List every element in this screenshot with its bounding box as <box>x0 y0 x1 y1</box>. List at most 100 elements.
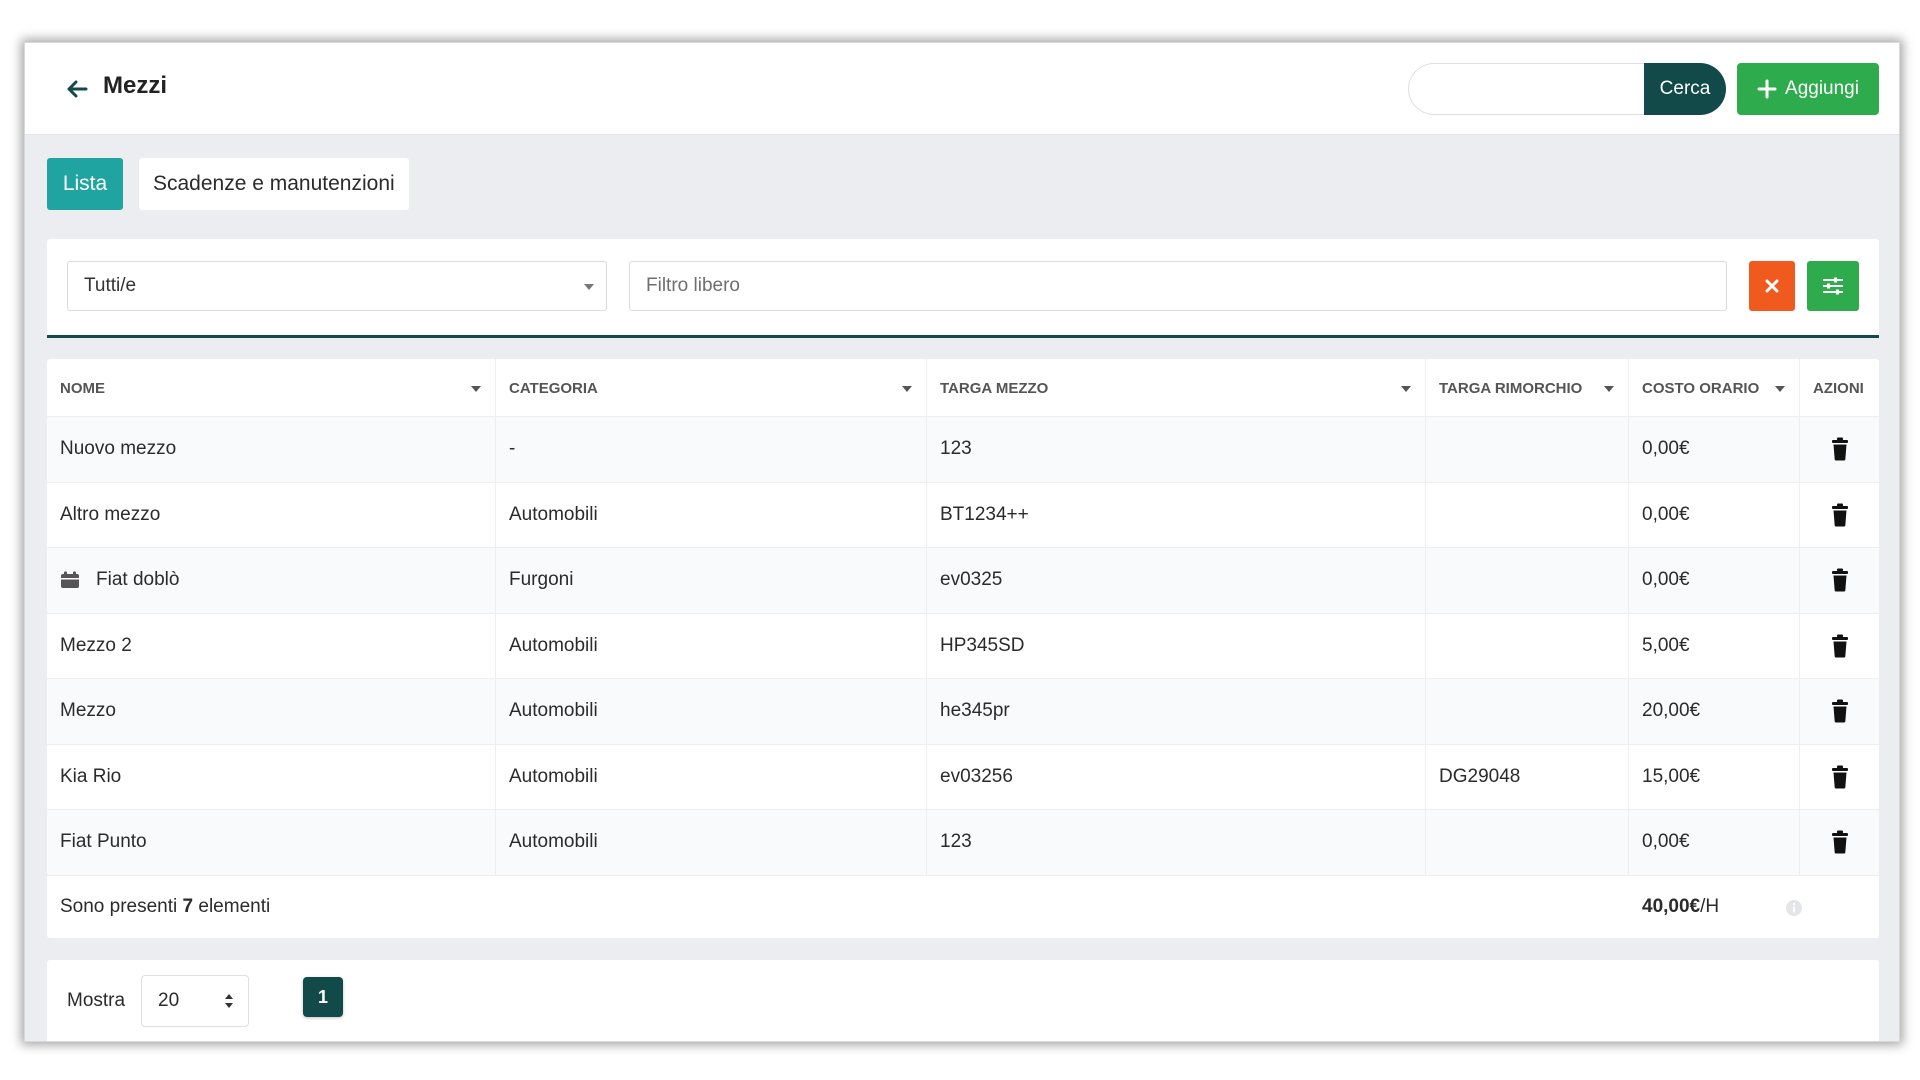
cell-text: 123 <box>940 831 972 853</box>
cell-azioni <box>1800 417 1879 482</box>
trash-icon[interactable] <box>1830 503 1850 527</box>
cell-nome: Mezzo 2 <box>47 613 496 678</box>
sort-caret-icon <box>1604 386 1614 392</box>
cell-nome: Fiat Punto <box>47 810 496 875</box>
cell-categoria: Automobili <box>496 482 927 547</box>
cell-text: 15,00€ <box>1642 765 1701 787</box>
cell-text: Nuovo mezzo <box>60 438 177 460</box>
arrow-left-icon[interactable] <box>61 73 93 105</box>
sort-caret-icon <box>471 386 481 392</box>
total-hourly-cost-unit: /H <box>1700 896 1720 917</box>
cell-costo-orario: 20,00€ <box>1629 679 1800 744</box>
column-header-categoria[interactable]: CATEGORIA <box>496 359 927 417</box>
cell-nome: Nuovo mezzo <box>47 417 496 482</box>
column-header-label: CATEGORIA <box>509 379 598 397</box>
table-row[interactable]: Fiat doblò Furgoni ev0325 0,00€ <box>47 548 1879 614</box>
page-size-value: 20 <box>158 990 180 1011</box>
cell-targa-rimorchio <box>1426 613 1629 678</box>
cell-targa-rimorchio: DG29048 <box>1426 744 1629 809</box>
sliders-icon <box>1823 277 1843 295</box>
cell-nome: Fiat doblò <box>47 548 496 613</box>
cell-text: Mezzo <box>60 700 116 722</box>
cell-azioni <box>1800 679 1879 744</box>
cell-text: he345pr <box>940 700 1010 722</box>
cell-targa-mezzo: HP345SD <box>927 613 1426 678</box>
table-row[interactable]: Fiat Punto Automobili 123 0,00€ <box>47 810 1879 876</box>
cell-costo-orario: 0,00€ <box>1629 548 1800 613</box>
table-row[interactable]: Kia Rio Automobili ev03256 DG29048 15,00€ <box>47 744 1879 810</box>
advanced-filters-button[interactable] <box>1807 261 1859 311</box>
table-footer: Sono presenti 7 elementi 40,00€/H <box>47 876 1879 938</box>
sort-caret-icon <box>1775 386 1785 392</box>
free-filter-input[interactable] <box>629 261 1727 311</box>
cell-text: Automobili <box>509 634 598 656</box>
table-row[interactable]: Mezzo 2 Automobili HP345SD 5,00€ <box>47 613 1879 679</box>
page-button-1[interactable]: 1 <box>303 977 343 1017</box>
table-row[interactable]: Altro mezzo Automobili BT1234++ 0,00€ <box>47 482 1879 548</box>
table-body: Nuovo mezzo - 123 0,00€ Altro mezzo Automobil… <box>47 417 1879 876</box>
top-bar: Mezzi Cerca Aggiungi <box>25 43 1899 135</box>
cell-azioni <box>1800 548 1879 613</box>
column-header-targa-rimorchio[interactable]: TARGA RIMORCHIO <box>1426 359 1629 417</box>
cell-text: 5,00€ <box>1642 634 1690 656</box>
column-header-label: TARGA RIMORCHIO <box>1439 379 1583 397</box>
info-icon[interactable] <box>1785 899 1803 917</box>
cell-text: 123 <box>940 438 972 460</box>
total-hourly-cost: 40,00€/H <box>1642 896 1719 918</box>
cell-text: DG29048 <box>1439 765 1521 787</box>
column-header-targa-mezzo[interactable]: TARGA MEZZO <box>927 359 1426 417</box>
cell-text: 0,00€ <box>1642 831 1690 853</box>
search-button[interactable]: Cerca <box>1644 63 1726 115</box>
category-select-value: Tutti/e <box>84 275 137 296</box>
cell-text: Altro mezzo <box>60 503 161 525</box>
sort-arrows-icon <box>225 994 233 1008</box>
cell-text: Automobili <box>509 700 598 722</box>
cell-categoria: Automobili <box>496 613 927 678</box>
cell-azioni <box>1800 483 1879 548</box>
cell-targa-mezzo: 123 <box>927 417 1426 482</box>
pagination-panel: Mostra 20 1 <box>47 960 1879 1041</box>
column-header-nome[interactable]: NOME <box>47 359 496 417</box>
plus-icon <box>1757 79 1777 99</box>
cell-text: Fiat doblò <box>96 569 180 591</box>
cell-categoria: Automobili <box>496 810 927 875</box>
filter-panel: Tutti/e <box>47 239 1879 338</box>
cell-text: 0,00€ <box>1642 569 1690 591</box>
cell-text: ev0325 <box>940 569 1003 591</box>
trash-icon[interactable] <box>1830 634 1850 658</box>
items-count: Sono presenti 7 elementi <box>60 896 270 918</box>
trash-icon[interactable] <box>1830 699 1850 723</box>
cell-targa-mezzo: 123 <box>927 810 1426 875</box>
cell-categoria: Furgoni <box>496 548 927 613</box>
search-group: Cerca <box>1408 63 1726 115</box>
cell-text: Automobili <box>509 831 598 853</box>
cell-text: Fiat Punto <box>60 831 147 853</box>
search-input[interactable] <box>1408 63 1644 115</box>
category-select[interactable]: Tutti/e <box>67 261 607 311</box>
cell-targa-rimorchio <box>1426 548 1629 613</box>
table-row[interactable]: Mezzo Automobili he345pr 20,00€ <box>47 679 1879 745</box>
trash-icon[interactable] <box>1830 568 1850 592</box>
cell-text: HP345SD <box>940 634 1025 656</box>
column-header-costo-orario[interactable]: COSTO ORARIO <box>1629 359 1800 417</box>
cell-costo-orario: 15,00€ <box>1629 744 1800 809</box>
trash-icon[interactable] <box>1830 437 1850 461</box>
trash-icon[interactable] <box>1830 765 1850 789</box>
cell-targa-mezzo: he345pr <box>927 679 1426 744</box>
items-count-prefix: Sono presenti <box>60 896 183 917</box>
items-count-suffix: elementi <box>193 896 271 917</box>
page-size-select[interactable]: 20 <box>141 975 249 1027</box>
clear-filters-button[interactable] <box>1749 261 1795 311</box>
tab-lista[interactable]: Lista <box>47 158 123 210</box>
table-row[interactable]: Nuovo mezzo - 123 0,00€ <box>47 417 1879 483</box>
sort-caret-icon <box>902 386 912 392</box>
add-button-label: Aggiungi <box>1785 78 1859 99</box>
tab-scadenze-manutenzioni[interactable]: Scadenze e manutenzioni <box>139 158 409 210</box>
vehicles-table: NOME CATEGORIA TARGA MEZZO TARGA RIMORCH… <box>47 359 1879 938</box>
trash-icon[interactable] <box>1830 830 1850 854</box>
add-button[interactable]: Aggiungi <box>1737 63 1879 115</box>
cell-targa-mezzo: BT1234++ <box>927 482 1426 547</box>
cell-costo-orario: 0,00€ <box>1629 482 1800 547</box>
app-window: Mezzi Cerca Aggiungi Lista Scadenze e ma… <box>24 42 1900 1042</box>
cell-categoria: Automobili <box>496 744 927 809</box>
